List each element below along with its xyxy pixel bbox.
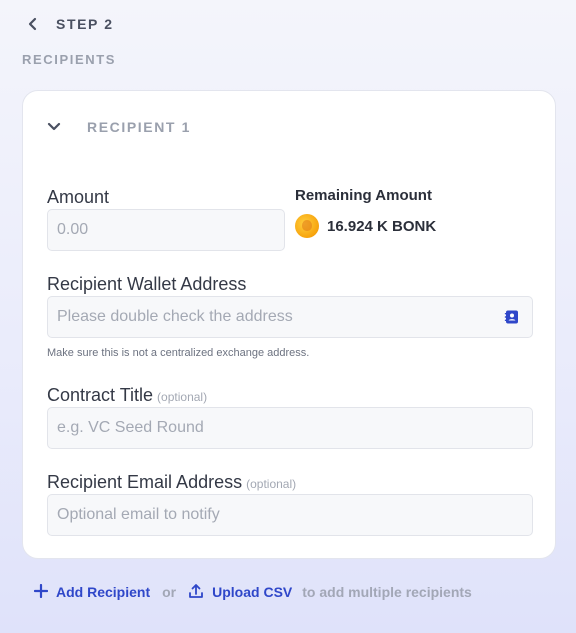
- add-recipient-button[interactable]: Add Recipient: [33, 583, 151, 601]
- add-recipients-row: Add Recipient or Upload CSV to add multi…: [33, 582, 472, 602]
- multiple-recipients-text: to add multiple recipients: [302, 584, 472, 600]
- remaining-amount-label: Remaining Amount: [295, 187, 432, 204]
- upload-csv-button[interactable]: Upload CSV: [188, 583, 292, 602]
- contract-title-label: Contract Title (optional): [47, 385, 207, 406]
- wallet-hint: Make sure this is not a centralized exch…: [47, 347, 310, 359]
- bonk-token-icon: [295, 214, 319, 238]
- email-label: Recipient Email Address (optional): [47, 472, 296, 493]
- section-title: RECIPIENTS: [22, 52, 117, 67]
- upload-icon: [188, 583, 204, 602]
- step-header: STEP 2: [24, 12, 114, 36]
- email-placeholder: Optional email to notify: [57, 506, 220, 523]
- recipient-card: RECIPIENT 1 Amount 0.00 Remaining Amount…: [22, 90, 556, 559]
- chevron-down-icon: [47, 120, 61, 134]
- wallet-address-input[interactable]: Please double check the address: [47, 296, 533, 338]
- contract-title-input[interactable]: e.g. VC Seed Round: [47, 407, 533, 449]
- upload-csv-label: Upload CSV: [212, 584, 293, 600]
- remaining-amount: 16.924 K BONK: [295, 213, 436, 239]
- address-book-icon[interactable]: [504, 309, 520, 325]
- wallet-placeholder: Please double check the address: [57, 308, 293, 325]
- wallet-label: Recipient Wallet Address: [47, 274, 247, 294]
- add-recipient-label: Add Recipient: [56, 584, 151, 600]
- plus-icon: [33, 583, 49, 601]
- optional-tag: (optional): [157, 390, 208, 404]
- step-title: STEP 2: [56, 16, 114, 32]
- remaining-amount-value: 16.924 K BONK: [327, 217, 437, 235]
- amount-input[interactable]: 0.00: [47, 209, 285, 251]
- contract-title-label-text: Contract Title: [47, 385, 154, 405]
- optional-tag: (optional): [246, 477, 297, 491]
- chevron-left-icon[interactable]: [24, 15, 42, 33]
- amount-label: Amount: [47, 187, 110, 207]
- email-label-text: Recipient Email Address: [47, 472, 243, 492]
- recipient-toggle[interactable]: RECIPIENT 1: [47, 117, 191, 137]
- email-input[interactable]: Optional email to notify: [47, 494, 533, 536]
- contract-title-placeholder: e.g. VC Seed Round: [57, 419, 204, 436]
- recipient-title: RECIPIENT 1: [87, 119, 191, 135]
- amount-placeholder: 0.00: [57, 221, 89, 238]
- or-text: or: [162, 584, 177, 600]
